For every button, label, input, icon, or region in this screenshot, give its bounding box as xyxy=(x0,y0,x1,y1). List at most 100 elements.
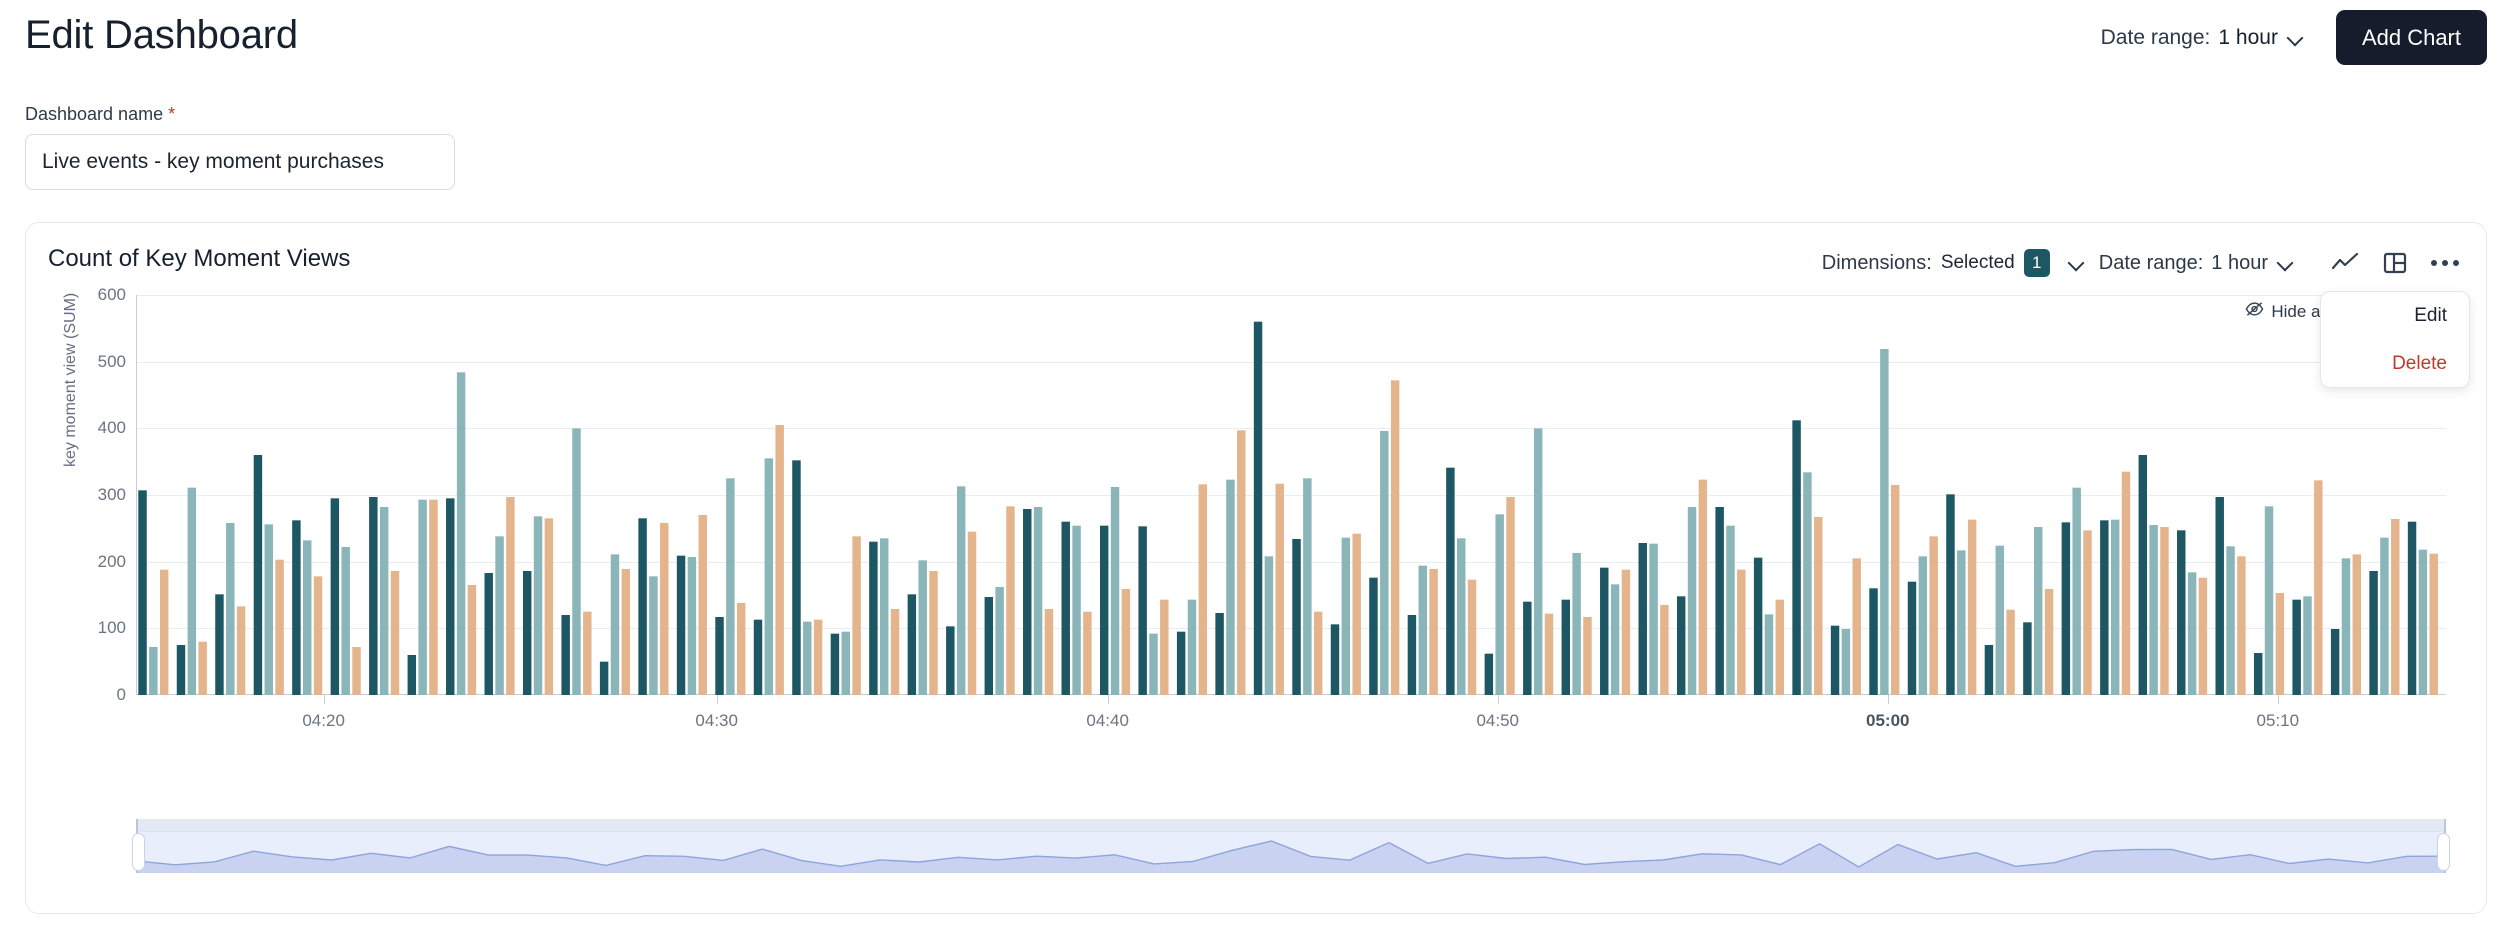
bar[interactable] xyxy=(599,661,609,695)
bar[interactable] xyxy=(407,655,417,695)
bar[interactable] xyxy=(2023,622,2032,695)
bar[interactable] xyxy=(1215,613,1224,695)
bar[interactable] xyxy=(1687,507,1697,695)
bar[interactable] xyxy=(1638,543,1647,695)
bar[interactable] xyxy=(2275,593,2285,695)
bar[interactable] xyxy=(946,626,955,695)
bar[interactable] xyxy=(2061,522,2071,695)
bar[interactable] xyxy=(2083,530,2092,695)
bar[interactable] xyxy=(215,594,224,695)
bar[interactable] xyxy=(1775,599,1785,695)
bar[interactable] xyxy=(1967,519,1977,695)
bar[interactable] xyxy=(2160,527,2169,695)
bar[interactable] xyxy=(830,633,840,695)
bar[interactable] xyxy=(1869,588,1878,695)
bar[interactable] xyxy=(1946,494,1955,695)
bar[interactable] xyxy=(1187,599,1197,695)
bar[interactable] xyxy=(2237,556,2246,695)
bar[interactable] xyxy=(264,524,273,695)
bar[interactable] xyxy=(253,455,263,695)
bar[interactable] xyxy=(2380,537,2389,695)
bar[interactable] xyxy=(2100,520,2109,695)
bar[interactable] xyxy=(1583,617,1592,695)
bar[interactable] xyxy=(369,497,378,695)
bar[interactable] xyxy=(2044,589,2054,695)
bar[interactable] xyxy=(2149,525,2158,695)
bar[interactable] xyxy=(726,478,735,695)
bar[interactable] xyxy=(149,647,158,695)
bar[interactable] xyxy=(561,615,570,695)
panel-layout-icon[interactable] xyxy=(2374,245,2416,281)
bar[interactable] xyxy=(2407,521,2417,695)
bar[interactable] xyxy=(429,499,438,695)
bar[interactable] xyxy=(610,554,620,695)
bar[interactable] xyxy=(2330,629,2340,695)
bar[interactable] xyxy=(1726,525,1735,695)
bar[interactable] xyxy=(698,515,707,695)
bar[interactable] xyxy=(1006,506,1015,695)
bar[interactable] xyxy=(1176,631,1186,695)
bar[interactable] xyxy=(2369,571,2378,695)
bar[interactable] xyxy=(1792,420,1801,695)
bar[interactable] xyxy=(1484,653,1494,695)
time-range-brush[interactable] xyxy=(132,819,2450,877)
bar[interactable] xyxy=(1880,349,1889,695)
bar[interactable] xyxy=(764,458,774,695)
more-horizontal-icon[interactable] xyxy=(2424,245,2466,281)
bar[interactable] xyxy=(2352,554,2362,695)
bar[interactable] xyxy=(1138,526,1147,695)
bar[interactable] xyxy=(687,557,697,695)
bar[interactable] xyxy=(1814,517,1823,695)
bar[interactable] xyxy=(1610,584,1620,695)
bar[interactable] xyxy=(1061,521,1070,695)
bar[interactable] xyxy=(1352,533,1361,695)
bar[interactable] xyxy=(1830,625,1840,695)
bar[interactable] xyxy=(2341,558,2351,695)
bar[interactable] xyxy=(1523,601,1532,695)
bar[interactable] xyxy=(1226,479,1235,695)
bar[interactable] xyxy=(1715,507,1724,695)
legend-hide-all[interactable]: Hide all xyxy=(2245,301,2328,322)
bar[interactable] xyxy=(2110,519,2120,695)
bar[interactable] xyxy=(226,523,235,695)
bar[interactable] xyxy=(1198,484,1208,695)
bar[interactable] xyxy=(1890,485,1900,695)
bar[interactable] xyxy=(1160,599,1169,695)
bar[interactable] xyxy=(484,573,493,695)
bar[interactable] xyxy=(341,547,350,695)
bar[interactable] xyxy=(792,460,801,695)
bar[interactable] xyxy=(2391,519,2400,695)
bar[interactable] xyxy=(1083,611,1092,695)
bar[interactable] xyxy=(1495,514,1504,695)
global-date-range-selector[interactable]: Date range: 1 hour xyxy=(2099,20,2306,56)
bar[interactable] xyxy=(1330,624,1340,695)
bar[interactable] xyxy=(1072,525,1081,695)
bar[interactable] xyxy=(138,490,147,695)
bar[interactable] xyxy=(1649,543,1658,695)
bar[interactable] xyxy=(2006,609,2015,695)
bar[interactable] xyxy=(1506,497,1515,695)
bar[interactable] xyxy=(1984,645,1994,695)
chart-date-range-selector[interactable]: Date range: 1 hour xyxy=(2099,252,2294,275)
bar[interactable] xyxy=(418,499,427,695)
bar[interactable] xyxy=(379,507,389,695)
bar[interactable] xyxy=(869,541,878,695)
bar[interactable] xyxy=(522,571,532,695)
bar[interactable] xyxy=(1121,589,1131,695)
bar[interactable] xyxy=(1676,596,1686,695)
bar[interactable] xyxy=(1737,569,1746,695)
bar[interactable] xyxy=(1264,556,1274,695)
bar[interactable] xyxy=(390,571,400,695)
bar[interactable] xyxy=(1561,599,1571,695)
bar[interactable] xyxy=(984,597,994,695)
bar[interactable] xyxy=(841,631,850,695)
bar[interactable] xyxy=(1313,611,1323,695)
bar[interactable] xyxy=(929,571,938,695)
bar[interactable] xyxy=(583,611,592,695)
bar[interactable] xyxy=(1110,487,1120,695)
bar[interactable] xyxy=(176,645,186,695)
bar[interactable] xyxy=(880,538,889,695)
bar[interactable] xyxy=(649,576,658,695)
bar[interactable] xyxy=(1457,538,1466,695)
bar[interactable] xyxy=(446,498,455,695)
